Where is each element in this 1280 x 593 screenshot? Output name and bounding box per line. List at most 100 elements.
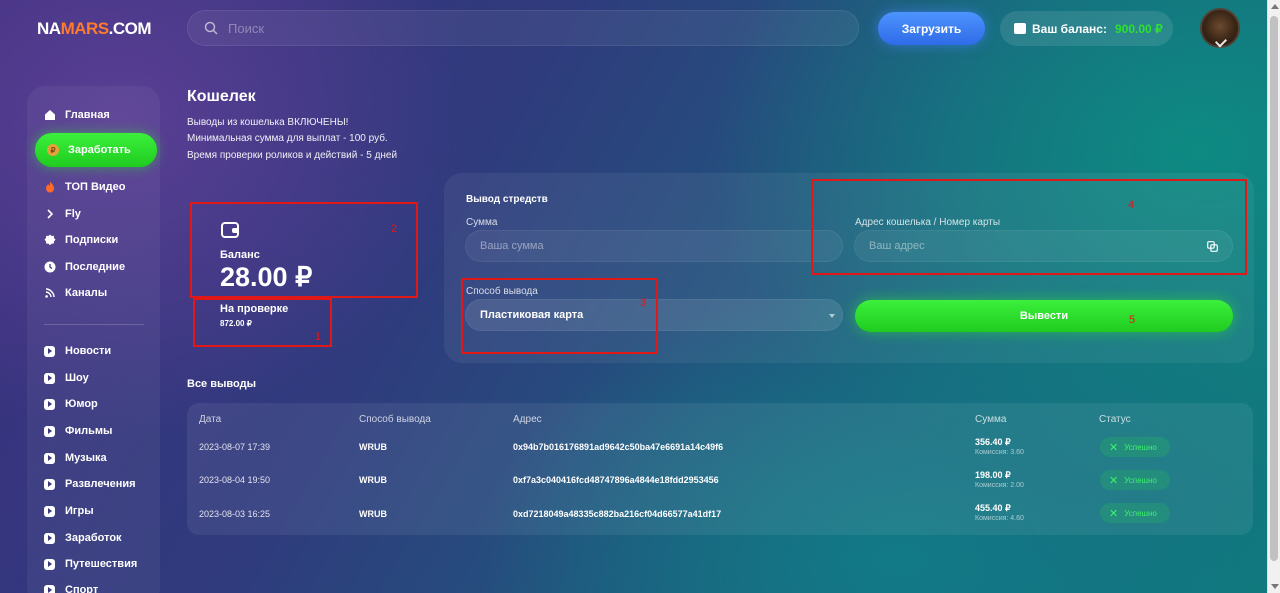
sidebar-item-label: Последние: [65, 261, 126, 273]
close-icon: ✕: [1109, 507, 1119, 520]
scrollbar-thumb[interactable]: [1270, 16, 1278, 561]
scroll-down-icon[interactable]: [1271, 584, 1279, 589]
row-address: 0xd7218049a48335c882ba216cf04d66577a41df…: [513, 509, 722, 519]
site-logo[interactable]: NAMARS.COM: [37, 19, 152, 39]
sidebar-divider: [44, 324, 144, 325]
sidebar-category-label: Заработок: [65, 532, 122, 544]
sidebar-item-label: Подписки: [65, 234, 119, 246]
sidebar-category[interactable]: Юмор: [44, 396, 98, 412]
row-fee: Комиссия: 3.60: [975, 449, 1024, 456]
sidebar-item-label: Fly: [65, 208, 81, 220]
play-icon: [44, 345, 55, 357]
sidebar-category-label: Шоу: [65, 372, 89, 384]
sidebar-category-label: Путешествия: [65, 558, 138, 570]
play-icon: [44, 452, 55, 464]
logo-text-a: NA: [37, 19, 61, 38]
sidebar-category[interactable]: Новости: [44, 343, 111, 359]
status-badge: ✕ Успешно: [1100, 470, 1170, 490]
header-balance[interactable]: Ваш баланс: 900.00 ₽: [1000, 11, 1173, 46]
info-line: Выводы из кошелька ВКЛЮЧЕНЫ!: [187, 117, 349, 128]
column-header: Адрес: [513, 414, 542, 425]
row-fee: Комиссия: 4.60: [975, 515, 1024, 522]
scroll-up-icon[interactable]: [1271, 4, 1279, 9]
user-avatar[interactable]: [1200, 8, 1240, 48]
row-method: WRUB: [359, 509, 387, 519]
play-icon: [44, 505, 55, 517]
amount-field[interactable]: Ваша сумма: [465, 230, 843, 262]
row-sum: 198.00 ₽: [975, 470, 1011, 480]
play-icon: [44, 398, 55, 410]
sidebar-item-label: Заработать: [68, 144, 131, 156]
sidebar-item-top-video[interactable]: ТОП Видео: [44, 179, 126, 195]
row-date: 2023-08-03 16:25: [199, 509, 271, 519]
status-badge: ✕ Успешно: [1100, 503, 1170, 523]
broadcast-icon: [45, 288, 55, 298]
header-balance-label: Ваш баланс:: [1032, 21, 1107, 36]
sidebar-item-label: ТОП Видео: [65, 181, 126, 193]
info-line: Минимальная сумма для выплат - 100 руб.: [187, 133, 388, 144]
sidebar-item-fly[interactable]: Fly: [44, 206, 81, 222]
info-line: Время проверки роликов и действий - 5 дн…: [187, 150, 398, 161]
search-icon: [204, 21, 218, 35]
sidebar-category[interactable]: Шоу: [44, 370, 89, 386]
sidebar-category[interactable]: Развлечения: [44, 476, 136, 492]
row-address: 0xf7a3c040416fcd48747896a4844e18fdd29534…: [513, 475, 719, 485]
withdraw-title: Вывод стредств: [466, 194, 548, 205]
clock-icon: [44, 261, 56, 273]
play-icon: [44, 532, 55, 544]
annotation-number: 2: [391, 223, 398, 235]
column-header: Статус: [1099, 414, 1131, 425]
coin-icon: ₽: [47, 144, 59, 156]
fire-icon: [46, 181, 54, 193]
play-icon: [44, 425, 55, 437]
wallet-icon: [1014, 23, 1026, 34]
sidebar-category[interactable]: Спорт: [44, 582, 98, 593]
play-icon: [44, 558, 55, 570]
annotation-box-3: [461, 278, 658, 354]
sidebar-category[interactable]: Путешествия: [44, 556, 137, 572]
sidebar-category[interactable]: Игры: [44, 503, 94, 519]
play-icon: [44, 478, 55, 490]
home-icon: [45, 110, 55, 120]
status-badge: ✕ Успешно: [1100, 437, 1170, 457]
logo-text-b: MARS: [60, 19, 110, 38]
close-icon: ✕: [1109, 441, 1119, 454]
column-header: Дата: [199, 414, 222, 425]
sidebar-category-label: Фильмы: [65, 425, 113, 437]
row-fee: Комиссия: 2.00: [975, 482, 1024, 489]
amount-placeholder: Ваша сумма: [480, 240, 544, 252]
sidebar-category[interactable]: Музыка: [44, 450, 107, 466]
upload-button[interactable]: Загрузить: [878, 12, 985, 45]
annotation-number: 1: [315, 331, 322, 343]
annotation-box-4: [811, 179, 1247, 275]
row-method: WRUB: [359, 475, 387, 485]
annotation-number: 4: [1128, 199, 1135, 211]
row-method: WRUB: [359, 442, 387, 452]
play-icon: [44, 584, 55, 593]
status-label: Успешно: [1124, 442, 1157, 452]
row-address: 0x94b7b016176891ad9642c50ba47e6691a14c49…: [513, 442, 724, 452]
annotation-box-1: [193, 298, 332, 347]
withdraw-button[interactable]: Вывести: [855, 300, 1233, 332]
page-title: Кошелек: [187, 88, 256, 105]
search-bar[interactable]: [187, 10, 859, 46]
page-scrollbar[interactable]: [1267, 0, 1280, 593]
play-icon: [44, 372, 55, 384]
column-header: Способ вывода: [359, 414, 431, 425]
chevron-down-icon: [829, 314, 835, 318]
badge-icon: [44, 234, 56, 246]
sidebar-category[interactable]: Фильмы: [44, 423, 112, 439]
sidebar-item-subscriptions[interactable]: Подписки: [44, 232, 118, 248]
sidebar-category-label: Спорт: [65, 584, 99, 593]
history-title: Все выводы: [187, 378, 256, 390]
search-input[interactable]: [228, 20, 828, 36]
sidebar-item-home[interactable]: Главная: [44, 107, 110, 123]
annotation-number: 5: [1129, 314, 1136, 326]
chevron-right-icon: [47, 209, 54, 219]
annotation-number: 3: [640, 297, 647, 309]
close-icon: ✕: [1109, 474, 1119, 487]
sidebar-item-channels[interactable]: Каналы: [44, 285, 107, 301]
sidebar-item-earn[interactable]: ₽ Заработать: [35, 133, 157, 167]
sidebar-item-recent[interactable]: Последние: [44, 259, 125, 275]
sidebar-category[interactable]: Заработок: [44, 530, 122, 546]
